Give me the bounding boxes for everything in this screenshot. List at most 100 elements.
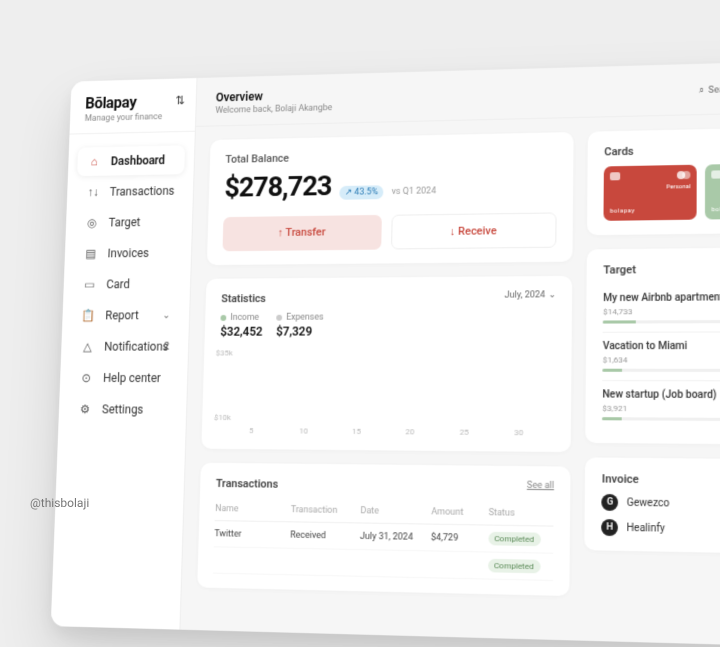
sidebar-item-label: Report (105, 309, 139, 323)
search-trigger[interactable]: ⌕ Search anything (699, 84, 720, 96)
app-shell: Bōlapay Manage your finance ⇅ ⌂ Dashboard… (51, 60, 720, 647)
nav-badge: 2 (164, 341, 170, 352)
content-grid: Total Balance $278,723 ↗ 43.5% vs Q1 202… (181, 112, 720, 647)
brand-logo: Bōlapay (85, 92, 181, 113)
credit-card-personal[interactable]: Personal bolapay (604, 165, 697, 221)
status-badge: Completed (488, 559, 540, 574)
transactions-icon: ↑↓ (85, 185, 100, 199)
balance-card: Total Balance $278,723 ↗ 43.5% vs Q1 202… (207, 132, 574, 265)
cards-panel: Cards ▭ Create new Personal bolapay (587, 127, 720, 236)
invoice-title: Invoice (602, 472, 639, 486)
cards-title: Cards (604, 145, 634, 159)
card-chip-icon (610, 172, 620, 180)
invoice-list: GGewezco HHealinfy (601, 494, 720, 539)
x-tick: 5 (225, 426, 277, 435)
mastercard-icon (677, 171, 691, 179)
invoice-item[interactable]: HHealinfy (601, 519, 720, 539)
legend-income-dot (221, 315, 227, 321)
attribution: @thisbolaji (30, 496, 89, 510)
sidebar-item-label: Transactions (110, 184, 175, 199)
sidebar-item-label: Dashboard (111, 153, 166, 167)
search-icon: ⌕ (699, 86, 704, 96)
sidebar-item-notifications[interactable]: △Notifications2 (70, 332, 179, 362)
invoice-item[interactable]: GGewezco (602, 494, 720, 514)
x-tick: 25 (437, 427, 492, 437)
sidebar-item-label: Notifications (104, 340, 169, 354)
target-card: Target See all My new Airbnb apartment17… (585, 247, 720, 445)
period-selector[interactable]: July, 2024 ⌄ (504, 290, 556, 300)
sidebar-item-label: Target (108, 215, 140, 229)
sidebar-settings-icon[interactable]: ⇅ (175, 94, 185, 108)
balance-amount: $278,723 (224, 170, 332, 204)
sidebar-item-report[interactable]: 📋 Report ⌄ (71, 300, 180, 330)
transactions-card: Transactions See all NameTransactionDate… (197, 463, 570, 596)
avatar: G (602, 494, 619, 511)
target-list: My new Airbnb apartment17% $14,733$75,00… (602, 283, 720, 430)
x-axis: 51015202530 (217, 426, 554, 438)
x-tick: 30 (491, 428, 546, 438)
balance-delta: ↗ 43.5% (339, 185, 384, 200)
y-tick: $35k (216, 349, 233, 358)
report-icon: 📋 (81, 309, 96, 323)
card-chip-icon (712, 170, 720, 178)
sidebar-item-invoices[interactable]: ▤ Invoices (74, 238, 183, 268)
target-icon: ◎ (84, 216, 99, 230)
sidebar: Bōlapay Manage your finance ⇅ ⌂ Dashboard… (51, 78, 198, 630)
settings-icon: ⚙ (77, 402, 92, 416)
x-tick: 20 (383, 427, 437, 437)
col-amount: Amount (431, 507, 488, 518)
sidebar-item-label: Settings (102, 403, 144, 417)
sidebar-item-target[interactable]: ◎ Target (75, 207, 184, 237)
transactions-title: Transactions See all (216, 477, 554, 495)
statistics-chart: $35k $10k (218, 350, 556, 422)
transfer-button[interactable]: ↑ Transfer (223, 215, 382, 251)
balance-delta-note: vs Q1 2024 (392, 186, 437, 197)
dashboard-icon: ⌂ (87, 155, 102, 169)
x-tick: 10 (277, 426, 330, 435)
card-icon: ▭ (82, 278, 97, 292)
col-status: Status (488, 508, 553, 519)
sidebar-nav: ⌂ Dashboard ↑↓ Transactions ◎ Target ▤ Invoices… (51, 132, 195, 630)
sidebar-item-label: Invoices (107, 246, 149, 260)
search-placeholder: Search anything (708, 84, 720, 96)
legend-expense-value: $7,329 (276, 325, 323, 339)
sidebar-item-dashboard[interactable]: ⌂ Dashboard (77, 145, 185, 176)
sidebar-item-card[interactable]: ▭ Card (72, 269, 181, 299)
y-tick: $10k (214, 413, 231, 422)
x-tick: 15 (330, 427, 383, 436)
sidebar-item-help-center[interactable]: ⊙ Help center (69, 363, 178, 393)
sidebar-item-settings[interactable]: ⚙ Settings (68, 395, 178, 425)
credit-card-corporate[interactable]: Corporate ↗ bolapay (705, 163, 720, 220)
target-item[interactable]: My new Airbnb apartment17% $14,733$75,00… (603, 283, 720, 332)
col-transaction: Transaction (291, 505, 361, 516)
page-title: Overview (216, 88, 333, 105)
target-item[interactable]: Vacation to Miami $1,634 (602, 332, 720, 381)
transactions-body: TwitterReceivedJuly 31, 2024$4,729Comple… (213, 521, 553, 581)
page-subtitle: Welcome back, Bolaji Akangbe (215, 103, 332, 116)
balance-label: Total Balance (225, 146, 557, 165)
legend-income-value: $32,452 (220, 325, 263, 339)
target-item[interactable]: New startup (Job board) $3,921 (602, 381, 720, 430)
transactions-see-all[interactable]: See all (527, 481, 554, 492)
brand-tagline: Manage your finance (85, 112, 181, 124)
statistics-title: Statistics (221, 292, 324, 305)
status-badge: Completed (488, 532, 540, 546)
sidebar-item-label: Card (106, 277, 130, 291)
statistics-card: Statistics Income $32,452 Expenses $7,32… (202, 276, 573, 452)
chevron-down-icon: ⌄ (548, 290, 556, 300)
col-date: Date (360, 506, 431, 517)
table-row[interactable]: Completed (213, 547, 553, 581)
chevron-down-icon: ⌄ (162, 310, 170, 321)
main-area: Overview Welcome back, Bolaji Akangbe ⌕ … (181, 60, 720, 647)
help center-icon: ⊙ (79, 371, 94, 385)
sidebar-item-transactions[interactable]: ↑↓ Transactions (76, 176, 184, 207)
sidebar-item-label: Help center (103, 371, 161, 385)
avatar: H (601, 519, 618, 536)
legend-expense-dot (276, 314, 282, 320)
receive-button[interactable]: ↓ Receive (391, 212, 557, 249)
target-title: Target See all (603, 262, 720, 277)
legend-income-label: Income (230, 313, 259, 323)
legend-expense-label: Expenses (286, 313, 324, 323)
invoices-icon: ▤ (83, 247, 98, 261)
brand-box: Bōlapay Manage your finance ⇅ (69, 78, 196, 134)
